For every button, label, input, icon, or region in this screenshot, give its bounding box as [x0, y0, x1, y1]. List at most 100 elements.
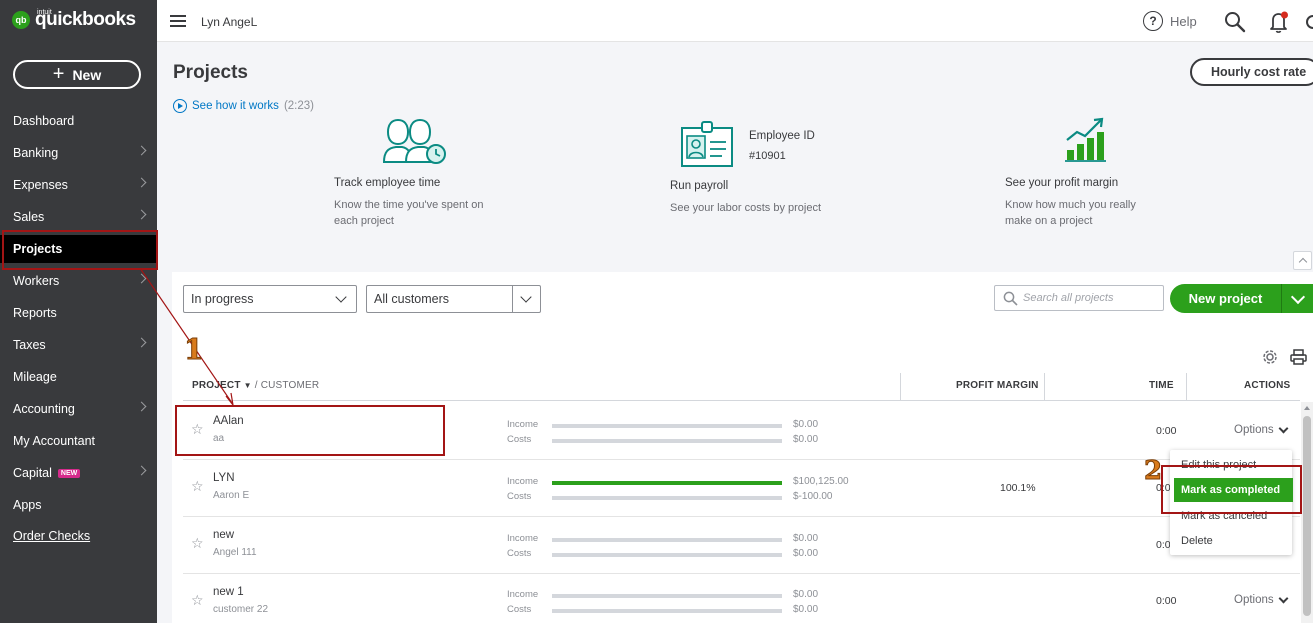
sidebar-item-my-accountant[interactable]: My Accountant	[0, 427, 157, 455]
sidebar-item-expenses[interactable]: Expenses	[0, 171, 157, 199]
income-label: Income	[507, 419, 539, 430]
search-placeholder: Search all projects	[1023, 292, 1114, 304]
company-name: Lyn AngeL	[201, 15, 258, 29]
help-icon: ?	[1143, 11, 1163, 31]
track-time-title: Track employee time	[334, 177, 441, 189]
project-name[interactable]: new 1	[213, 586, 244, 598]
new-project-dropdown-button[interactable]	[1281, 284, 1313, 313]
annotation-highlight-project-row	[175, 405, 445, 456]
track-time-desc-1: Know the time you've spent on	[334, 199, 484, 211]
top-bar: Lyn AngeL ? Help	[157, 0, 1313, 42]
employees-clock-icon	[382, 118, 446, 164]
scroll-up-arrow-icon[interactable]	[1304, 406, 1310, 410]
annotation-step-2: 2	[1143, 456, 1163, 487]
time-column-header[interactable]: TIME	[1149, 380, 1174, 391]
income-label: Income	[507, 476, 539, 487]
employee-id-label: Employee ID	[749, 130, 815, 142]
favorite-star-icon[interactable]: ☆	[191, 535, 204, 552]
scrollbar-thumb[interactable]	[1303, 416, 1311, 616]
costs-label: Costs	[507, 604, 532, 615]
table-scrollbar[interactable]	[1301, 402, 1313, 623]
left-sidebar: qb intuit quickbooks + New Dashboard Ban…	[0, 0, 157, 623]
options-dropdown[interactable]: Options	[1234, 423, 1289, 436]
project-name[interactable]: new	[213, 529, 234, 541]
print-icon[interactable]	[1290, 349, 1307, 365]
help-button[interactable]: ? Help	[1143, 11, 1197, 31]
see-how-it-works-link[interactable]: See how it works (2:23)	[173, 99, 314, 113]
profit-margin-column-header[interactable]: PROFIT MARGIN	[956, 380, 1039, 391]
sidebar-item-reports[interactable]: Reports	[0, 299, 157, 327]
sidebar-item-dashboard[interactable]: Dashboard	[0, 107, 157, 135]
page-title: Projects	[173, 62, 248, 83]
sidebar-item-banking[interactable]: Banking	[0, 139, 157, 167]
search-projects-input[interactable]: Search all projects	[994, 285, 1164, 311]
project-customer: Angel 111	[213, 547, 257, 558]
time-value: 0:00	[1156, 425, 1177, 437]
options-dropdown[interactable]: Options	[1234, 593, 1289, 606]
new-project-button[interactable]: New project	[1170, 284, 1281, 313]
favorite-star-icon[interactable]: ☆	[191, 478, 204, 495]
sidebar-item-mileage[interactable]: Mileage	[0, 363, 157, 391]
new-button-label: New	[72, 66, 102, 83]
customer-column-header: / CUSTOMER	[254, 380, 320, 391]
income-amount: $0.00	[793, 589, 819, 600]
sidebar-item-taxes[interactable]: Taxes	[0, 331, 157, 359]
settings-gear-icon[interactable]	[1304, 12, 1313, 32]
costs-label: Costs	[507, 434, 532, 445]
costs-bar	[552, 609, 782, 613]
customer-filter-value: All customers	[374, 292, 450, 306]
profit-chart-icon	[1065, 117, 1106, 162]
annotation-highlight-projects	[2, 230, 158, 270]
costs-amount: $-100.00	[793, 491, 833, 502]
quickbooks-logo[interactable]: qb intuit quickbooks	[12, 9, 136, 30]
collapse-banner-button[interactable]	[1293, 251, 1312, 270]
chevron-right-icon	[136, 145, 147, 156]
play-circle-icon	[173, 99, 187, 113]
project-customer: customer 22	[213, 604, 269, 615]
video-duration: (2:23)	[283, 100, 314, 112]
hamburger-menu-icon[interactable]	[170, 15, 186, 27]
sidebar-item-workers[interactable]: Workers	[0, 267, 157, 295]
income-amount: $0.00	[793, 533, 819, 544]
profit-margin-desc-2: make on a project	[1005, 215, 1093, 227]
sidebar-item-order-checks[interactable]: Order Checks	[0, 522, 157, 550]
sort-down-icon: ▼	[243, 381, 252, 390]
sidebar-item-accounting[interactable]: Accounting	[0, 395, 157, 423]
chevron-right-icon	[136, 465, 147, 476]
annotation-step-1: 1	[183, 333, 204, 367]
income-bar	[552, 594, 782, 598]
income-amount: $100,125.00	[793, 476, 849, 487]
hourly-cost-rate-button[interactable]: Hourly cost rate	[1190, 58, 1313, 86]
search-icon	[1003, 291, 1018, 306]
menu-item-delete[interactable]: Delete	[1170, 529, 1292, 553]
project-customer: Aaron E	[213, 490, 250, 501]
profit-margin-value: 100.1%	[1000, 482, 1036, 494]
income-amount: $0.00	[793, 419, 819, 430]
customer-filter-select[interactable]: All customers	[366, 285, 541, 313]
run-payroll-title: Run payroll	[670, 180, 729, 192]
new-button[interactable]: + New	[13, 60, 141, 89]
chevron-down-icon	[512, 286, 540, 312]
costs-amount: $0.00	[793, 604, 819, 615]
see-how-label: See how it works	[192, 100, 279, 112]
costs-amount: $0.00	[793, 548, 819, 559]
chevron-down-icon	[328, 286, 356, 312]
profit-margin-title: See your profit margin	[1005, 177, 1119, 189]
run-payroll-desc: See your labor costs by project	[670, 202, 822, 214]
help-label: Help	[1170, 13, 1197, 29]
search-icon[interactable]	[1224, 11, 1246, 33]
settings-gear-icon[interactable]	[1262, 349, 1278, 365]
income-bar	[552, 481, 782, 485]
actions-column-header: ACTIONS	[1244, 380, 1291, 391]
costs-label: Costs	[507, 491, 532, 502]
sidebar-item-capital[interactable]: Capital NEW	[0, 459, 157, 487]
sidebar-item-sales[interactable]: Sales	[0, 203, 157, 231]
sidebar-item-apps[interactable]: Apps	[0, 491, 157, 519]
time-value: 0:00	[1156, 595, 1177, 607]
new-badge: NEW	[57, 468, 81, 478]
project-name[interactable]: LYN	[213, 472, 235, 484]
income-label: Income	[507, 589, 539, 600]
notification-bell-icon[interactable]	[1268, 10, 1290, 34]
logo-wordmark: intuit quickbooks	[35, 9, 136, 30]
favorite-star-icon[interactable]: ☆	[191, 592, 204, 609]
